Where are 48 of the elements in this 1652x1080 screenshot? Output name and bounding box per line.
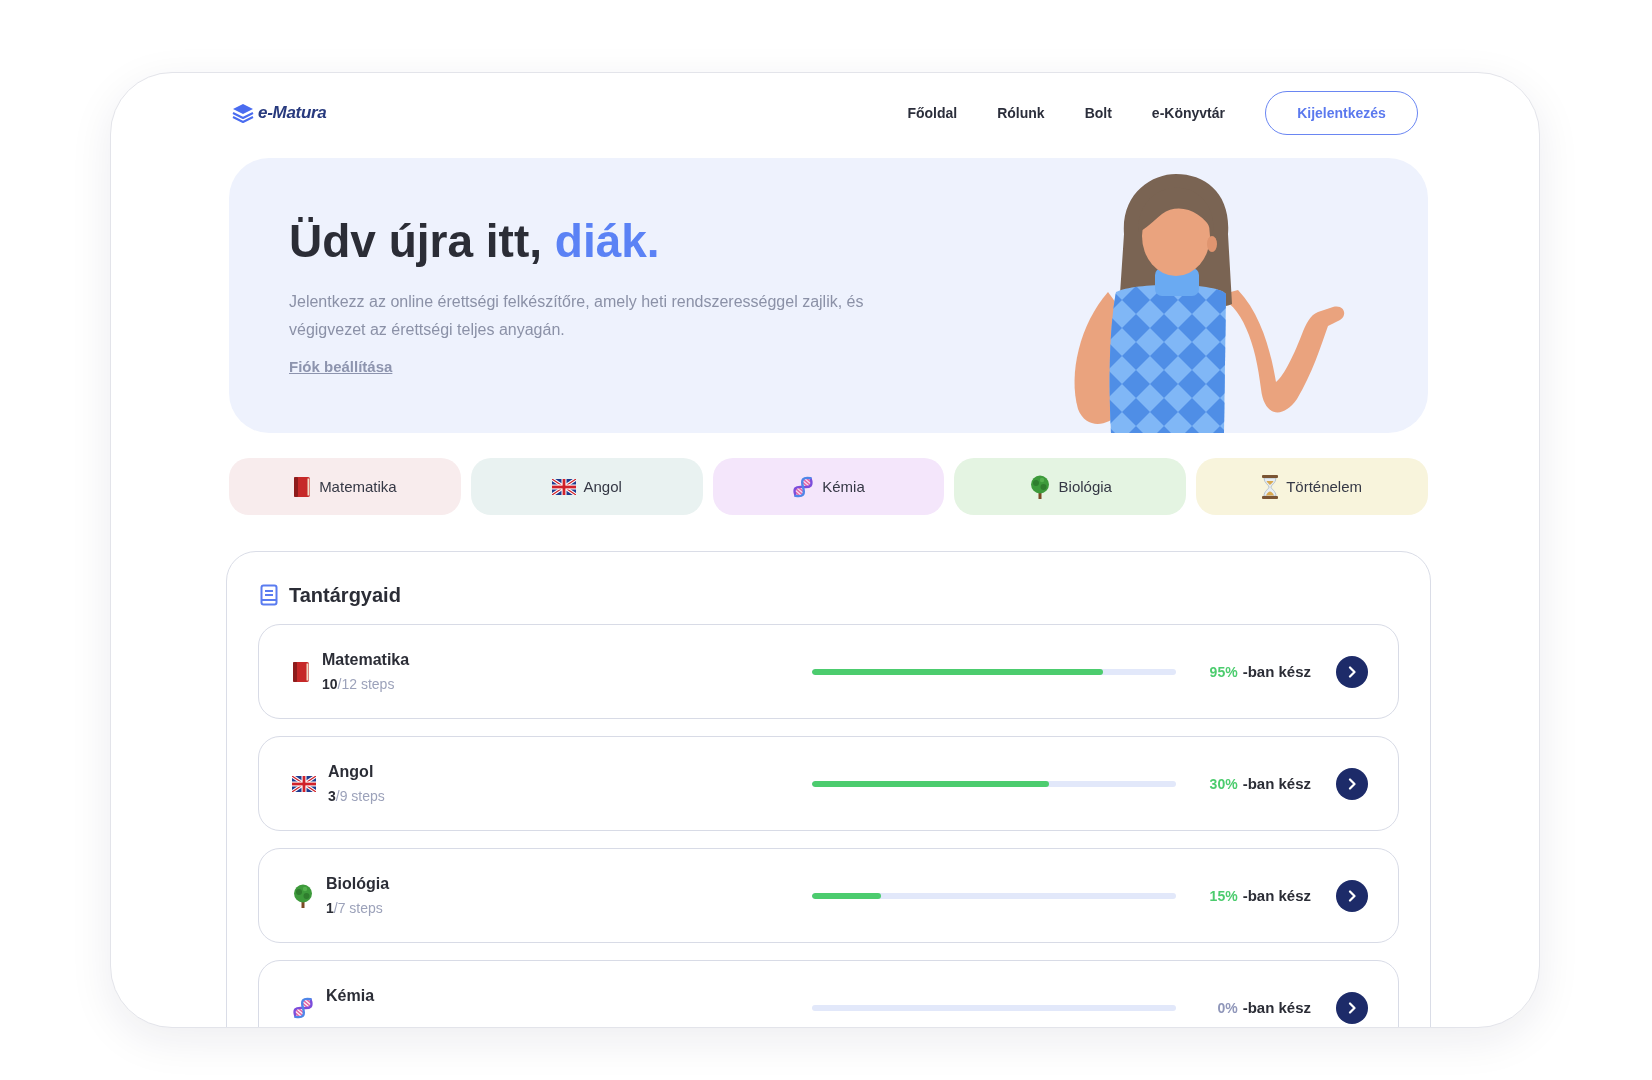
- course-name: Matematika: [322, 650, 410, 670]
- subject-button[interactable]: Történelem: [1196, 458, 1428, 515]
- course-name: Angol: [328, 762, 375, 782]
- flag-icon: [292, 775, 316, 792]
- progress-percent: 30%: [1209, 776, 1238, 792]
- progress-status: -ban kész: [1242, 887, 1311, 904]
- book-icon: [293, 475, 312, 498]
- open-course-button[interactable]: [1336, 991, 1368, 1024]
- progress-status: -ban kész: [1242, 999, 1311, 1016]
- course-name: Kémia: [326, 986, 375, 1006]
- hero-title: Üdv újra itt, diák.: [289, 214, 661, 269]
- chevron-icon: [1348, 889, 1356, 902]
- subject-button[interactable]: Angol: [470, 458, 703, 515]
- subject-button[interactable]: Matematika: [229, 458, 461, 515]
- progress-status: -ban kész: [1242, 775, 1311, 792]
- subject-button[interactable]: Biológia: [954, 458, 1187, 515]
- hourglass-icon: [1262, 474, 1279, 499]
- flag-icon: [551, 478, 576, 495]
- nav-link[interactable]: Rólunk: [997, 105, 1045, 121]
- chevron-icon: [1348, 665, 1356, 678]
- nav-link[interactable]: e-Könyvtár: [1151, 105, 1225, 121]
- dna-icon: [292, 996, 314, 1019]
- book-icon: [292, 660, 310, 683]
- tree-icon: [292, 883, 314, 908]
- progress-percent: 0%: [1217, 1000, 1238, 1016]
- logo-icon: [232, 103, 254, 123]
- hero-description: Jelentkezz az online érettségi felkészítőre, amely heti rendszerességgel zajlik, és végigvezet az érettségi teljes anyagán.: [289, 292, 865, 340]
- course-name: Biológia: [326, 874, 390, 894]
- open-course-button[interactable]: [1336, 655, 1368, 688]
- open-course-button[interactable]: [1336, 767, 1368, 800]
- dna-icon: [792, 475, 815, 498]
- course-steps: 10/12 steps: [322, 675, 410, 693]
- logo-link[interactable]: e-Matura: [232, 103, 327, 123]
- book-icon: [260, 584, 278, 606]
- tree-icon: [1028, 474, 1051, 499]
- logout-button[interactable]: Kijelentkezés: [1265, 91, 1418, 135]
- chevron-icon: [1348, 1001, 1356, 1014]
- courses-title: Tantárgyaid: [289, 583, 401, 607]
- nav-link[interactable]: Főoldal: [907, 105, 958, 121]
- progress-percent: 95%: [1209, 664, 1238, 680]
- open-course-button[interactable]: [1336, 879, 1368, 912]
- course-steps: 3/9 steps: [328, 787, 385, 805]
- progress-percent: 15%: [1209, 888, 1238, 904]
- progress-status: -ban kész: [1242, 663, 1311, 680]
- chevron-icon: [1348, 777, 1356, 790]
- subject-button[interactable]: Kémia: [712, 458, 945, 515]
- nav-link[interactable]: Bolt: [1084, 105, 1112, 121]
- course-steps: 1/7 steps: [326, 899, 390, 917]
